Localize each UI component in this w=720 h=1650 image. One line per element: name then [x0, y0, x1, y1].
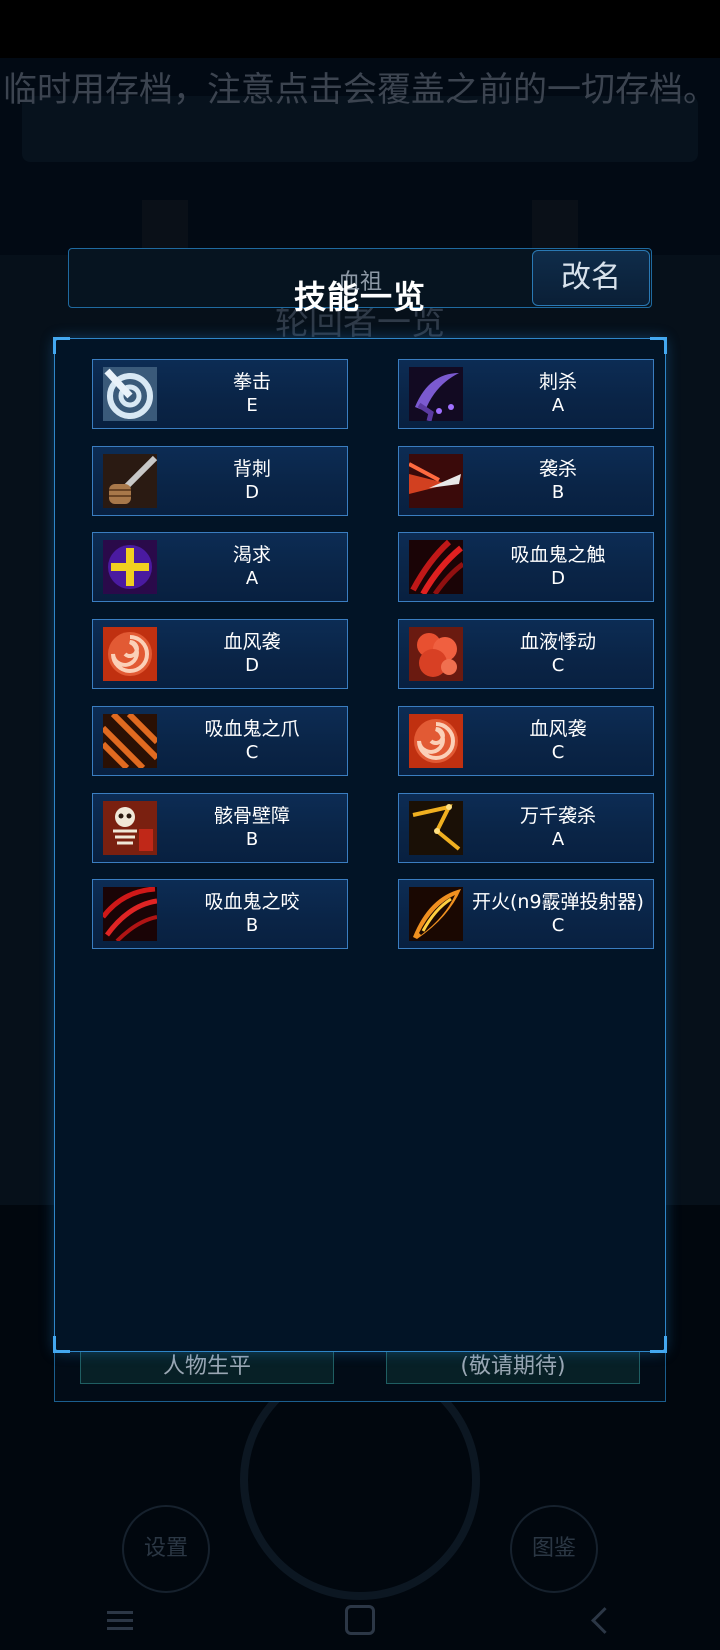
biography-button[interactable]: 人物生平	[80, 1350, 334, 1384]
menu-icon[interactable]	[90, 1600, 150, 1640]
skill-card[interactable]: 血风袭 C	[398, 706, 654, 776]
corner-decoration	[650, 1336, 667, 1353]
craving-icon	[103, 540, 157, 594]
blood-wind-icon	[103, 627, 157, 681]
thousand-strikes-icon	[409, 801, 463, 855]
skill-name: 骸骨壁障	[213, 805, 290, 827]
bg-tab-right	[532, 200, 578, 250]
skill-name: 渴求	[232, 544, 271, 566]
skill-card[interactable]: 吸血鬼之咬 B	[92, 879, 348, 949]
skill-name: 血液悸动	[519, 631, 596, 653]
skill-card[interactable]: 开火(n9霰弹投射器) C	[398, 879, 654, 949]
coming-soon-button[interactable]: (敬请期待)	[386, 1350, 640, 1384]
skill-grade: A	[551, 829, 565, 850]
bg-tab-left	[142, 200, 188, 250]
skill-grade: D	[245, 655, 259, 676]
settings-button[interactable]: 设置	[122, 1505, 210, 1593]
skill-grade: B	[551, 482, 565, 503]
vampire-claw-icon	[103, 714, 157, 768]
skill-grade: B	[245, 915, 259, 936]
skill-name: 吸血鬼之爪	[204, 718, 300, 740]
skill-grade: C	[245, 742, 259, 763]
vampire-touch-icon	[409, 540, 463, 594]
skill-card[interactable]: 吸血鬼之爪 C	[92, 706, 348, 776]
skill-card[interactable]: 万千袭杀 A	[398, 793, 654, 863]
skill-grade: E	[246, 395, 258, 416]
skill-name: 血风袭	[529, 718, 587, 740]
skill-grade: C	[551, 915, 565, 936]
system-nav-bar	[0, 1590, 720, 1650]
bone-barrier-icon	[103, 801, 157, 855]
skill-grade: C	[551, 655, 565, 676]
skill-card[interactable]: 血风袭 D	[92, 619, 348, 689]
vampire-bite-icon	[103, 887, 157, 941]
corner-decoration	[53, 1336, 70, 1353]
save-notice: 临时用存档，注意点击会覆盖之前的一切存档。	[3, 70, 717, 110]
skill-card[interactable]: 渴求 A	[92, 532, 348, 602]
skill-card[interactable]: 骸骨壁障 B	[92, 793, 348, 863]
blood-wind-icon	[409, 714, 463, 768]
skill-grade: D	[245, 482, 259, 503]
skill-card[interactable]: 拳击 E	[92, 359, 348, 429]
skill-card[interactable]: 刺杀 A	[398, 359, 654, 429]
back-icon[interactable]	[570, 1600, 630, 1640]
skill-grade: D	[551, 568, 565, 589]
assassinate-icon	[409, 367, 463, 421]
skill-name: 背刺	[232, 458, 271, 480]
home-icon[interactable]	[330, 1600, 390, 1640]
gallery-button[interactable]: 图鉴	[510, 1505, 598, 1593]
dialog-title: 技能一览	[293, 278, 426, 316]
status-bar	[0, 0, 720, 58]
corner-decoration	[650, 337, 667, 354]
skill-name: 吸血鬼之触	[510, 544, 606, 566]
skill-name: 袭杀	[538, 458, 577, 480]
skill-card[interactable]: 袭杀 B	[398, 446, 654, 516]
backstab-icon	[103, 454, 157, 508]
skill-name: 开火(n9霰弹投射器)	[472, 891, 644, 913]
skill-card[interactable]: 血液悸动 C	[398, 619, 654, 689]
skill-grade: A	[245, 568, 259, 589]
skill-grade: C	[551, 742, 565, 763]
blood-pulse-icon	[409, 627, 463, 681]
skill-name: 万千袭杀	[519, 805, 596, 827]
skill-card[interactable]: 背刺 D	[92, 446, 348, 516]
skill-card[interactable]: 吸血鬼之触 D	[398, 532, 654, 602]
skill-grade: B	[245, 829, 259, 850]
skill-name: 血风袭	[223, 631, 281, 653]
skill-name: 拳击	[232, 371, 271, 393]
ambush-icon	[409, 454, 463, 508]
skill-name: 刺杀	[538, 371, 577, 393]
fire-shotgun-icon	[409, 887, 463, 941]
punch-icon	[103, 367, 157, 421]
skill-name: 吸血鬼之咬	[204, 891, 300, 913]
skill-grade: A	[551, 395, 565, 416]
corner-decoration	[53, 337, 70, 354]
